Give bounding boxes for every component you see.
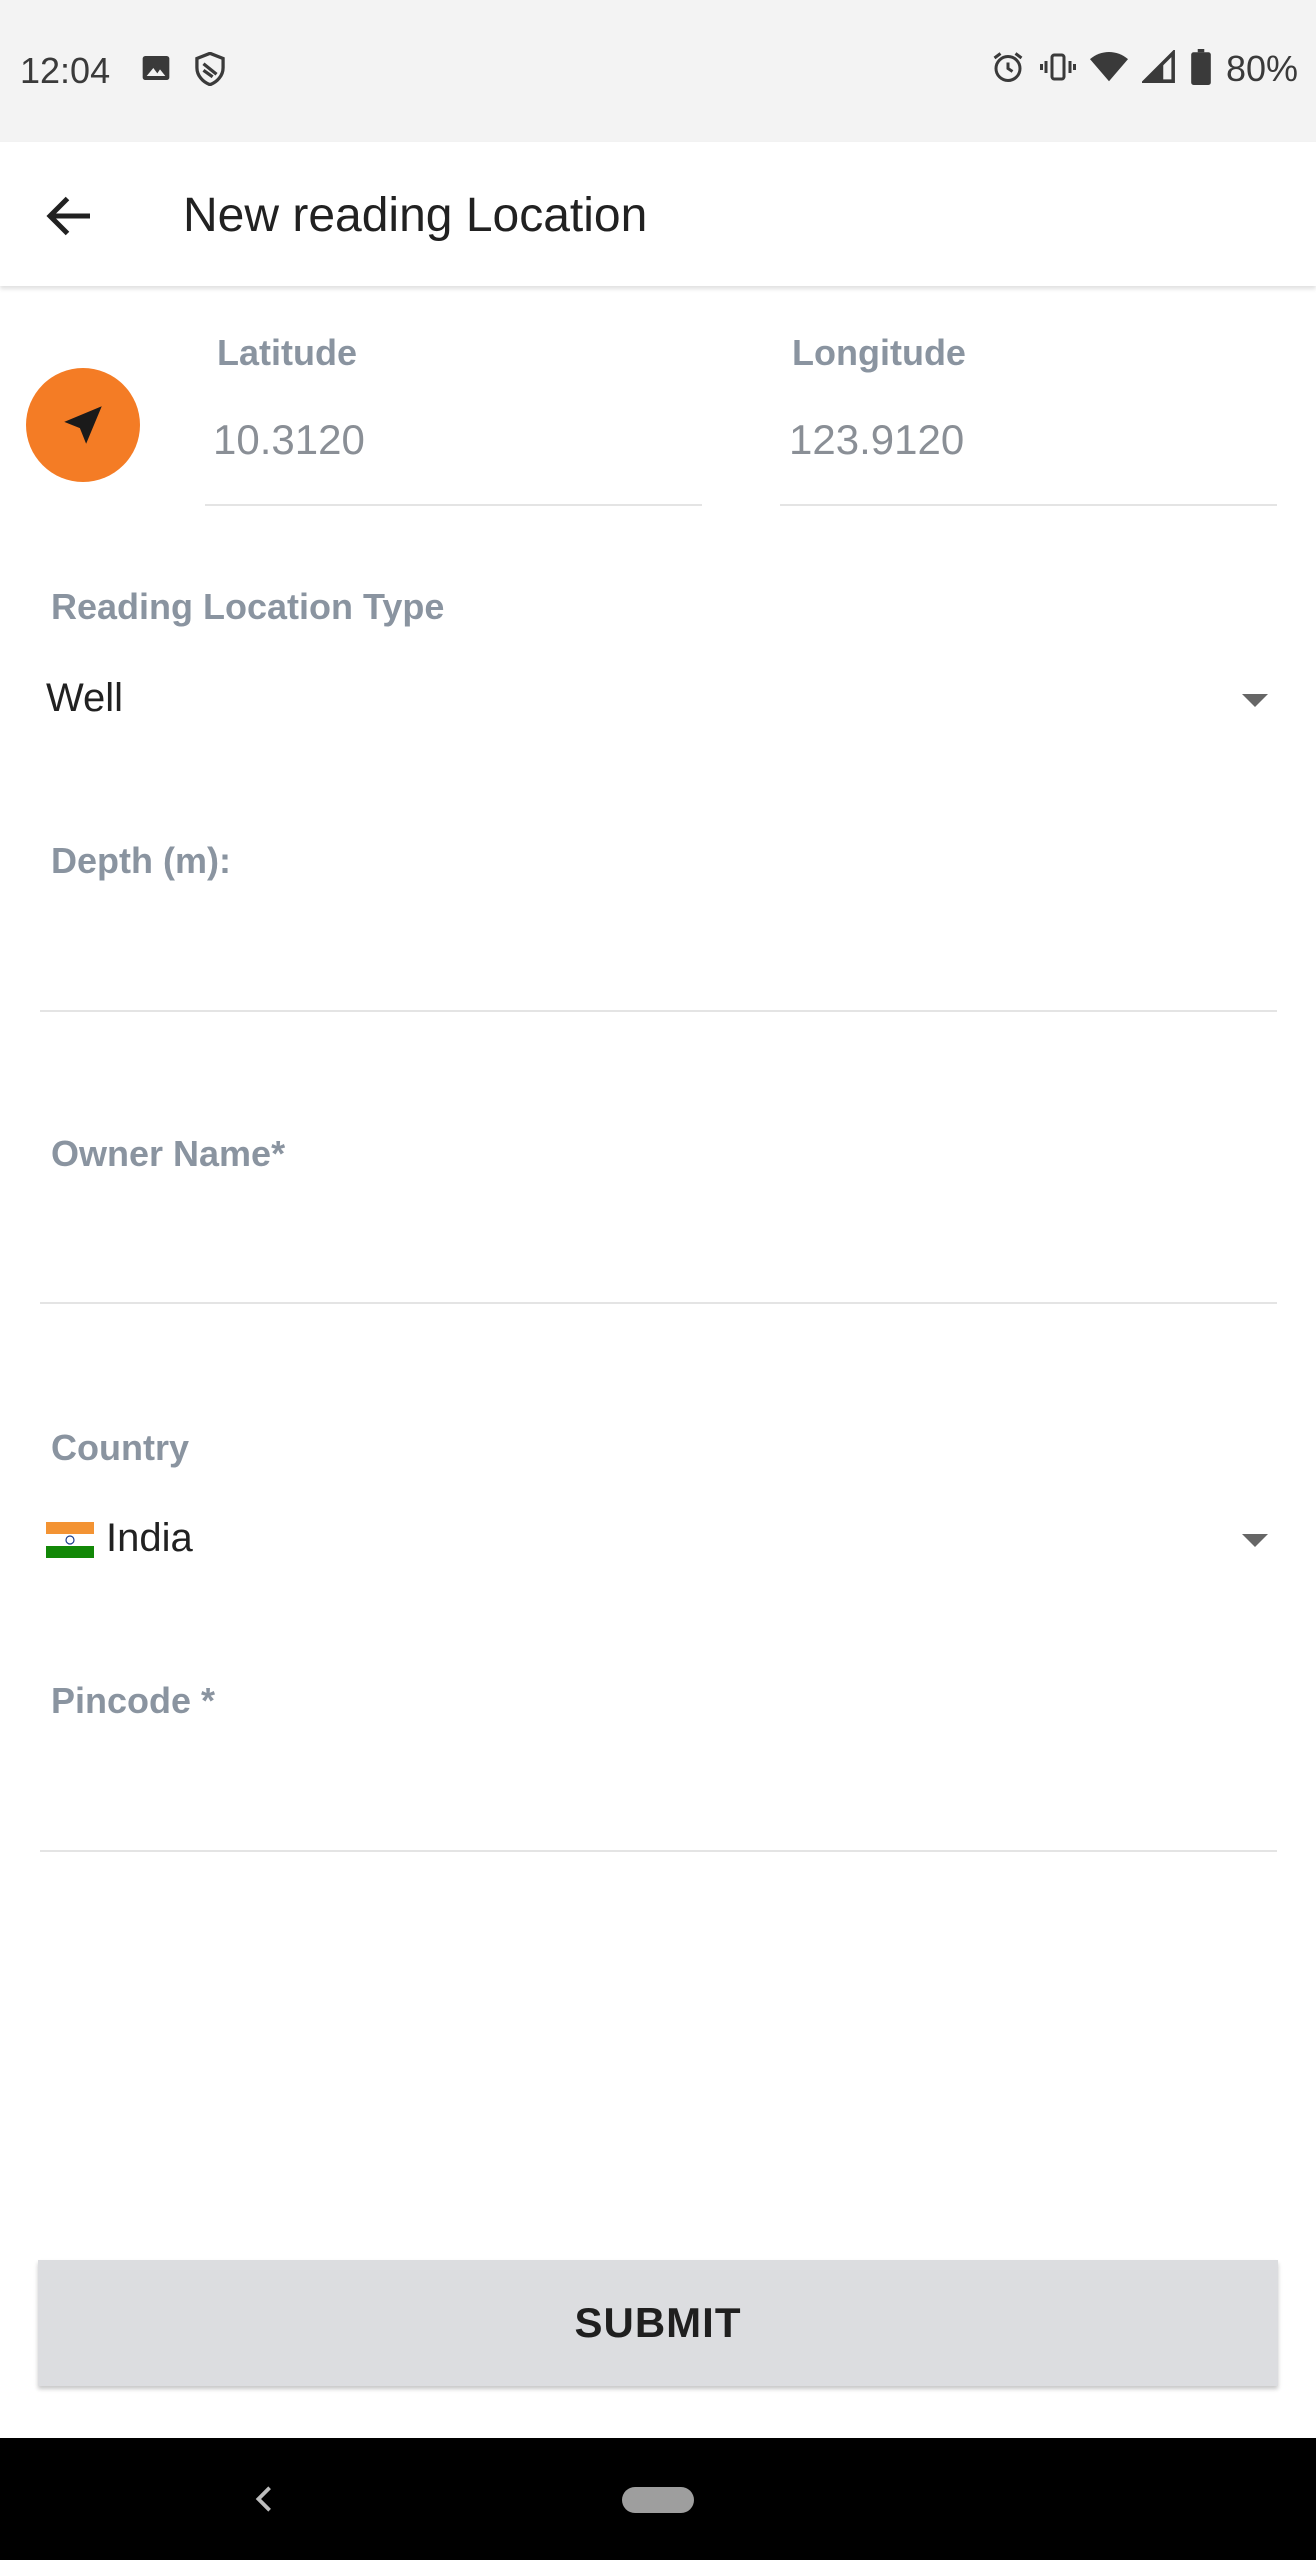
- system-nav-bar: [0, 2438, 1316, 2560]
- pincode-underline: [40, 1850, 1277, 1852]
- pincode-input[interactable]: [40, 1740, 1277, 1850]
- reading-type-label: Reading Location Type: [51, 586, 445, 627]
- chevron-left-icon: [255, 2486, 271, 2512]
- country-value: India: [106, 1516, 193, 1560]
- owner-label: Owner Name*: [51, 1133, 286, 1174]
- latitude-input[interactable]: 10.3120: [213, 416, 365, 464]
- navigation-arrow-icon: [64, 406, 102, 444]
- owner-name-input[interactable]: [40, 1190, 1277, 1302]
- chevron-down-icon: [1242, 1534, 1268, 1547]
- depth-input[interactable]: [40, 900, 1277, 1010]
- signal-icon: [1140, 48, 1176, 89]
- vibrate-icon: [1039, 49, 1076, 90]
- reading-type-select[interactable]: Well: [40, 660, 1280, 740]
- longitude-underline: [780, 504, 1277, 506]
- depth-label: Depth (m):: [51, 840, 231, 881]
- wifi-icon: [1089, 50, 1128, 89]
- nav-home-button[interactable]: [622, 2487, 694, 2513]
- reading-type-value: Well: [46, 676, 124, 720]
- back-button[interactable]: [40, 186, 100, 246]
- latitude-underline: [205, 504, 702, 506]
- arrow-left-icon: [46, 196, 90, 236]
- battery-icon: [1190, 48, 1212, 90]
- status-bar: 12:04 80%: [0, 0, 1316, 142]
- app-bar: New reading Location: [0, 142, 1316, 286]
- depth-underline: [40, 1010, 1277, 1012]
- status-left-icons: [140, 51, 226, 91]
- country-label: Country: [51, 1427, 189, 1468]
- longitude-label: Longitude: [792, 332, 966, 373]
- page-title: New reading Location: [183, 189, 648, 242]
- shield-icon: [194, 51, 226, 91]
- submit-button[interactable]: SUBMIT: [38, 2260, 1278, 2386]
- pincode-label: Pincode *: [51, 1680, 216, 1721]
- locate-button[interactable]: [26, 368, 140, 482]
- nav-back-button[interactable]: [252, 2484, 276, 2519]
- status-time: 12:04: [20, 50, 111, 91]
- battery-percent: 80%: [1225, 48, 1298, 89]
- india-flag-icon: [46, 1522, 94, 1559]
- image-icon: [140, 52, 172, 91]
- country-select[interactable]: India: [40, 1500, 1280, 1580]
- chevron-down-icon: [1242, 694, 1268, 707]
- country-display: India: [46, 1516, 193, 1561]
- latitude-label: Latitude: [217, 332, 357, 373]
- status-right-icons: 80%: [990, 48, 1298, 90]
- owner-underline: [40, 1302, 1277, 1304]
- alarm-icon: [990, 49, 1026, 90]
- longitude-input[interactable]: 123.9120: [789, 416, 964, 464]
